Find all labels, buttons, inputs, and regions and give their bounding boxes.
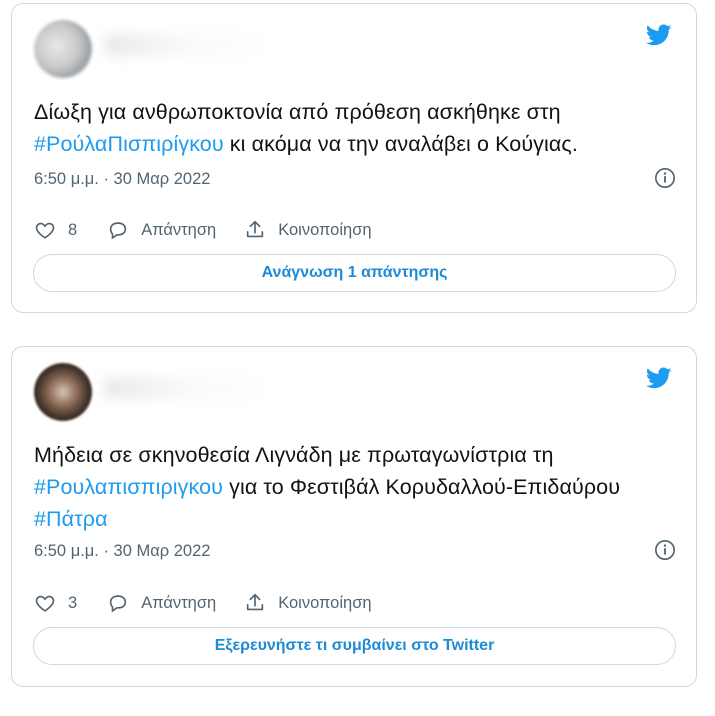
tweet-text: Μήδεια σε σκηνοθεσία Λιγνάδη με πρωταγων… xyxy=(34,439,678,535)
tweet-timestamp[interactable]: 6:50 μ.μ. · 30 Μαρ 2022 xyxy=(34,542,210,561)
tweet-text-part: Μήδεια σε σκηνοθεσία Λιγνάδη με πρωταγων… xyxy=(34,443,554,467)
share-button[interactable]: Κοινοποίηση xyxy=(244,219,372,241)
heart-icon xyxy=(35,595,55,612)
tweet-card[interactable]: Δίωξη για ανθρωποκτονία από πρόθεση ασκή… xyxy=(11,3,697,313)
reply-button[interactable]: Απάντηση xyxy=(107,592,216,614)
reply-label: Απάντηση xyxy=(141,593,217,612)
speech-bubble-icon xyxy=(110,595,127,613)
twitter-bird-icon[interactable] xyxy=(644,22,674,48)
reply-button[interactable]: Απάντηση xyxy=(107,219,216,241)
reply-label: Απάντηση xyxy=(141,220,217,239)
like-count: 3 xyxy=(68,593,78,612)
twitter-bird-icon[interactable] xyxy=(644,365,674,391)
hashtag-link[interactable]: #Πάτρα xyxy=(34,507,108,531)
read-replies-button[interactable]: Ανάγνωση 1 απάντησης xyxy=(33,254,676,292)
tweet-text-part: για το Φεστιβάλ Κορυδαλλού-Επιδαύρου xyxy=(223,475,621,499)
share-label: Κοινοποίηση xyxy=(278,593,372,612)
upload-share-icon xyxy=(247,593,264,611)
avatar[interactable] xyxy=(34,363,92,421)
blurred-author-name xyxy=(104,377,274,399)
tweet-card[interactable]: Μήδεια σε σκηνοθεσία Λιγνάδη με πρωταγων… xyxy=(11,346,697,687)
info-circle-icon[interactable] xyxy=(654,539,676,561)
tweet-text-part: Δίωξη για ανθρωποκτονία από πρόθεση ασκή… xyxy=(34,100,561,124)
tweet-actions: 3 Απάντηση Κοινοποίηση xyxy=(34,589,678,617)
tweet-text-part: κι ακόμα να την αναλάβει ο Κούγιας. xyxy=(223,132,578,156)
speech-bubble-icon xyxy=(110,222,127,240)
hashtag-link[interactable]: #Ρουλαπισπιριγκου xyxy=(34,475,223,499)
like-button[interactable]: 8 xyxy=(34,219,77,241)
tweet-actions: 8 Απάντηση Κοινοποίηση xyxy=(34,216,678,244)
upload-share-icon xyxy=(247,220,264,238)
blurred-author-name xyxy=(104,34,274,56)
explore-twitter-button[interactable]: Εξερευνήστε τι συμβαίνει στο Twitter xyxy=(33,627,676,665)
info-circle-icon[interactable] xyxy=(654,167,676,189)
like-button[interactable]: 3 xyxy=(34,592,77,614)
like-count: 8 xyxy=(68,220,78,239)
tweet-timestamp[interactable]: 6:50 μ.μ. · 30 Μαρ 2022 xyxy=(34,170,210,189)
hashtag-link[interactable]: #ΡούλαΠισπιρίγκου xyxy=(34,132,224,156)
share-button[interactable]: Κοινοποίηση xyxy=(244,592,372,614)
share-label: Κοινοποίηση xyxy=(278,220,372,239)
avatar[interactable] xyxy=(34,20,92,78)
heart-icon xyxy=(35,222,55,239)
tweet-text: Δίωξη για ανθρωποκτονία από πρόθεση ασκή… xyxy=(34,96,678,160)
